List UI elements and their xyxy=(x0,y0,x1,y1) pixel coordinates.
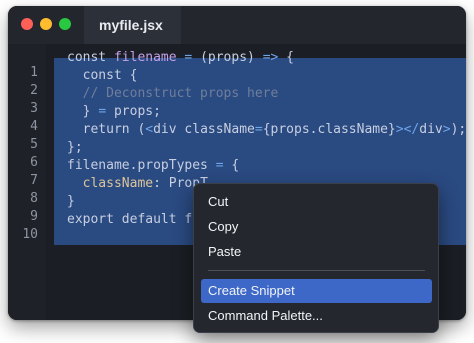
code-token: ); xyxy=(450,122,466,137)
code-line[interactable]: } xyxy=(67,193,75,211)
title-bar: myfile.jsx xyxy=(8,6,466,44)
command-palette-menu-item[interactable]: Command Palette... xyxy=(201,304,432,328)
code-line[interactable]: className: PropT xyxy=(67,175,208,193)
code-line[interactable]: }; xyxy=(67,139,83,157)
code-token: = xyxy=(254,122,263,137)
line-number: 7 xyxy=(30,173,38,188)
line-number: 4 xyxy=(30,119,38,134)
code-token: > xyxy=(442,122,451,137)
code-line[interactable]: const { xyxy=(67,67,138,85)
code-token: => xyxy=(262,50,279,65)
file-tab[interactable]: myfile.jsx xyxy=(84,6,181,44)
code-token: props; xyxy=(106,104,161,119)
code-line[interactable]: return (<div className={props.className}… xyxy=(67,121,466,139)
code-token: filename xyxy=(113,50,177,65)
code-token: filename.propTypes xyxy=(67,158,216,173)
code-line[interactable]: const filename = (props) => { xyxy=(67,49,294,67)
code-token: < xyxy=(145,122,154,137)
create-snippet-menu-item[interactable]: Create Snippet xyxy=(201,279,432,303)
code-token: return ( xyxy=(67,122,146,137)
code-token: { xyxy=(278,50,295,65)
code-line[interactable]: // Deconstruct props here xyxy=(67,85,279,103)
code-token: // Deconstruct props here xyxy=(67,86,279,101)
code-line[interactable]: } = props; xyxy=(67,103,161,121)
line-number: 3 xyxy=(30,101,38,116)
paste-menu-item[interactable]: Paste xyxy=(201,240,432,264)
line-number: 9 xyxy=(30,209,38,224)
code-token: } xyxy=(67,194,75,209)
code-token: className xyxy=(82,176,154,191)
code-token: const xyxy=(67,50,114,65)
code-token: {props.className} xyxy=(262,122,396,137)
code-token: { xyxy=(223,158,240,173)
line-number: 5 xyxy=(30,137,38,152)
line-number: 1 xyxy=(30,65,38,80)
code-token: export default fi xyxy=(67,212,201,227)
code-token: div xyxy=(153,122,185,137)
code-token: div xyxy=(419,122,443,137)
zoom-window-button[interactable] xyxy=(59,18,71,30)
line-number: 6 xyxy=(30,155,38,170)
line-number: 8 xyxy=(30,191,38,206)
close-window-button[interactable] xyxy=(21,18,33,30)
code-token: = xyxy=(176,50,201,65)
code-token: = xyxy=(98,104,107,119)
code-line[interactable]: filename.propTypes = { xyxy=(67,157,239,175)
code-token: } xyxy=(67,104,99,119)
menu-separator xyxy=(208,270,425,271)
code-token: const { xyxy=(67,68,138,83)
code-token: ></ xyxy=(395,122,420,137)
code-token: }; xyxy=(67,140,83,155)
code-token: className xyxy=(184,122,255,137)
cut-menu-item[interactable]: Cut xyxy=(201,190,432,214)
code-token: (props) xyxy=(200,50,263,65)
copy-menu-item[interactable]: Copy xyxy=(201,215,432,239)
code-token: = xyxy=(215,158,224,173)
context-menu: Cut Copy Paste Create Snippet Command Pa… xyxy=(193,183,439,333)
minimize-window-button[interactable] xyxy=(40,18,52,30)
code-line[interactable]: export default fi xyxy=(67,211,200,229)
line-number: 2 xyxy=(30,83,38,98)
line-number: 10 xyxy=(22,227,38,242)
line-number-gutter: 1 2 3 4 5 6 7 8 9 10 xyxy=(8,44,46,320)
